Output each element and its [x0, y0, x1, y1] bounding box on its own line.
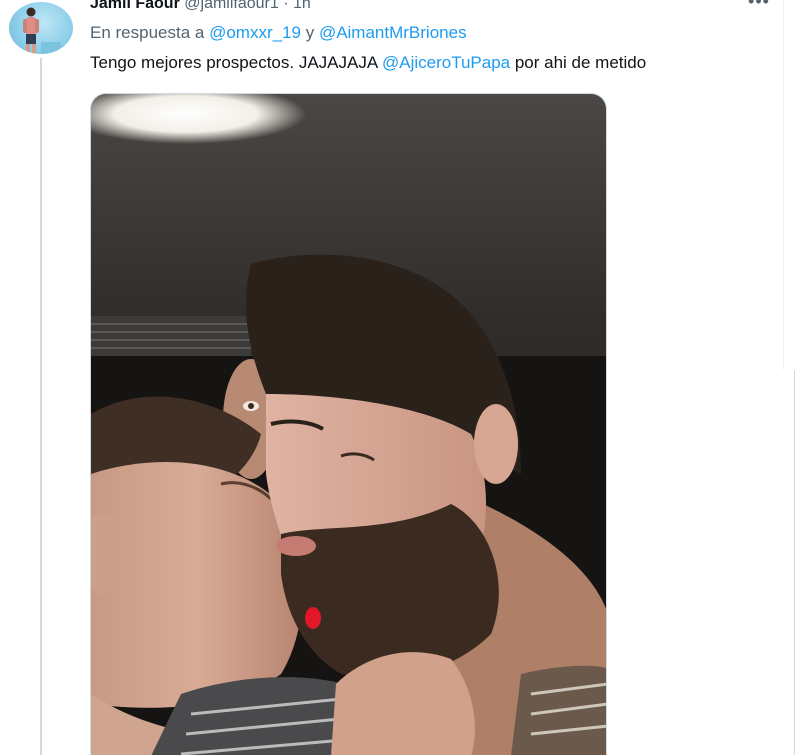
side-panel-edge	[794, 370, 800, 755]
author-name[interactable]: Jamil Faour	[90, 0, 180, 12]
separator-dot: ·	[283, 0, 289, 12]
tweet-time[interactable]: 1h	[293, 0, 311, 12]
author-handle[interactable]: @jamilfaour1	[184, 0, 279, 12]
more-icon[interactable]: •••	[744, 0, 774, 14]
photo-image	[91, 94, 606, 755]
profile-photo	[23, 7, 61, 54]
reply-mention-1[interactable]: @omxxr_19	[209, 23, 301, 42]
thread-line	[40, 58, 42, 755]
tweet-mention[interactable]: @AjiceroTuPapa	[382, 53, 510, 72]
reply-prefix: En respuesta a	[90, 23, 210, 42]
tweet-photo[interactable]	[90, 93, 607, 755]
tweet-text-start: Tengo mejores prospectos. JAJAJAJA	[90, 53, 382, 72]
reply-mention-2[interactable]: @AimantMrBriones	[319, 23, 467, 42]
tweet-text: Tengo mejores prospectos. JAJAJAJA @Ajic…	[90, 51, 646, 75]
avatar[interactable]	[9, 2, 73, 54]
reply-context: En respuesta a @omxxr_19 y @AimantMrBrio…	[90, 21, 467, 45]
tweet-text-end: por ahi de metido	[510, 53, 647, 72]
column-border	[783, 0, 784, 370]
tweet-header: Jamil Faour @jamilfaour1 · 1h	[90, 0, 311, 15]
reply-joiner: y	[300, 23, 319, 42]
